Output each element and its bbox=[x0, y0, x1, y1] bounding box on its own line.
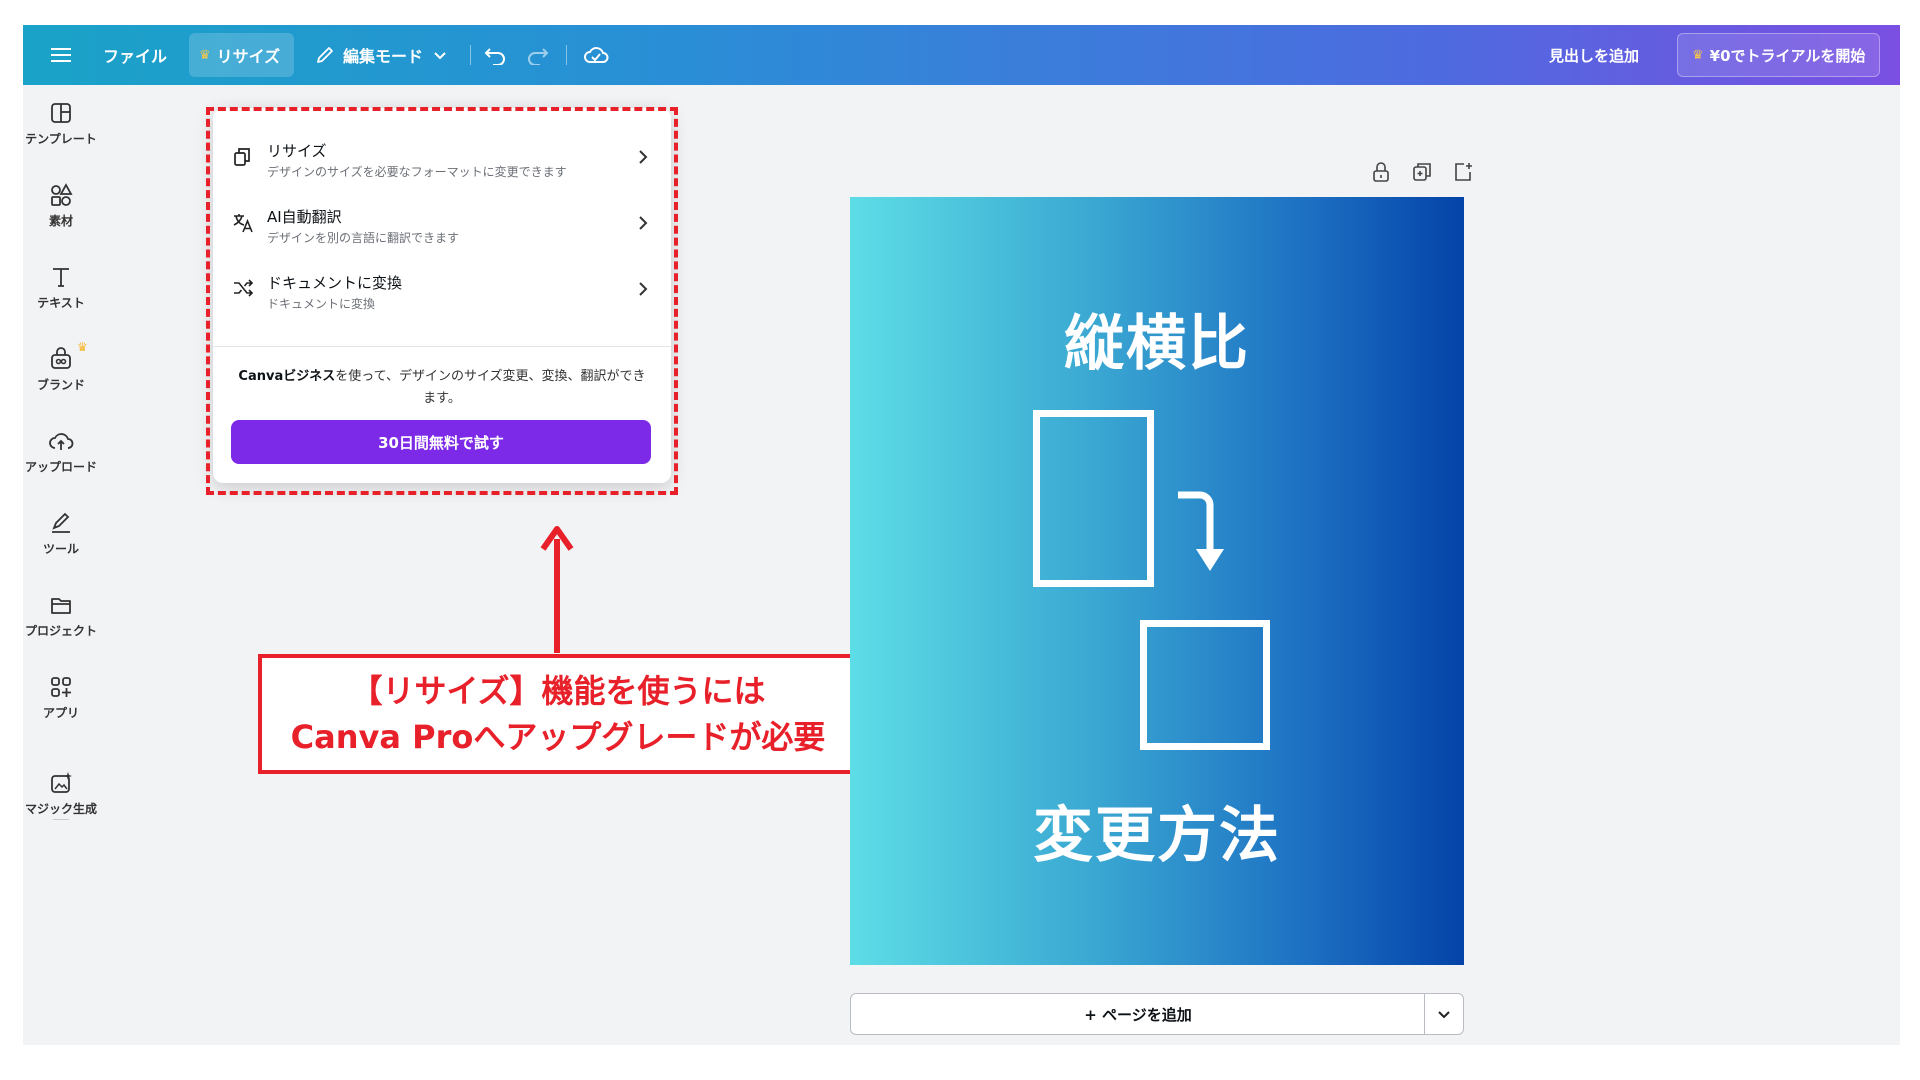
arrow-down-right-shape[interactable] bbox=[1174, 487, 1230, 577]
dropdown-item-ai-translate[interactable]: AI自動翻訳 デザインを別の言語に翻訳できます bbox=[213, 194, 671, 256]
callout-line-1: 【リサイズ】機能を使うには bbox=[350, 672, 766, 710]
chevron-down-icon bbox=[1438, 1011, 1450, 1019]
annotation-arrow-up bbox=[540, 526, 574, 653]
undo-icon bbox=[484, 48, 505, 65]
dropdown-divider bbox=[213, 346, 671, 347]
sidebar-item-label: ツール bbox=[42, 542, 79, 556]
sidebar-item-label: アプリ bbox=[42, 706, 79, 720]
redo-icon bbox=[528, 48, 549, 65]
pencil-icon bbox=[317, 47, 333, 63]
translate-icon bbox=[233, 214, 253, 233]
start-trial-button[interactable]: ♛ ¥0でトライアルを開始 bbox=[1677, 33, 1881, 77]
sidebar-item-label: マジック生成 bbox=[24, 802, 97, 816]
square-shape[interactable] bbox=[1140, 620, 1270, 750]
dropdown-item-desc: デザインのサイズを必要なフォーマットに変更できます bbox=[267, 165, 567, 179]
sidebar-item-templates[interactable]: テンプレート bbox=[23, 100, 99, 147]
convert-icon bbox=[234, 279, 254, 297]
sidebar-item-label: 素材 bbox=[48, 214, 73, 228]
sidebar-divider bbox=[53, 819, 69, 820]
editor-window: ファイル ♛ リサイズ 編集モード 見出しを追加 ♛ ¥0でトライアルを開始 テ… bbox=[23, 25, 1900, 1045]
crown-icon: ♛ bbox=[77, 340, 88, 354]
duplicate-page-icon[interactable] bbox=[1410, 160, 1434, 184]
sidebar-item-label: テキスト bbox=[37, 296, 85, 310]
design-page[interactable]: 縦横比 変更方法 bbox=[850, 197, 1464, 965]
sidebar-item-apps[interactable]: アプリ bbox=[23, 674, 99, 721]
resize-dropdown-menu: リサイズ デザインのサイズを必要なフォーマットに変更できます AI自動翻訳 デザ… bbox=[213, 108, 671, 483]
upload-cloud-icon bbox=[49, 433, 74, 450]
edit-mode-button[interactable]: 編集モード bbox=[315, 25, 447, 85]
dropdown-item-title: ドキュメントに変換 bbox=[267, 274, 403, 292]
sidebar-item-projects[interactable]: プロジェクト bbox=[23, 592, 99, 639]
cloud-saved-button[interactable] bbox=[583, 25, 609, 85]
hamburger-icon bbox=[51, 48, 71, 62]
upgrade-message-text: を使って、デザインのサイズ変更、変換、翻訳ができます。 bbox=[335, 369, 646, 406]
sidebar-item-label: ブランド bbox=[36, 378, 85, 392]
template-icon bbox=[51, 103, 71, 123]
top-toolbar: ファイル ♛ リサイズ 編集モード 見出しを追加 ♛ ¥0でトライアルを開始 bbox=[23, 25, 1900, 85]
add-heading-button[interactable]: 見出しを追加 bbox=[1549, 25, 1639, 85]
apps-icon bbox=[51, 677, 71, 697]
crown-icon: ♛ bbox=[199, 47, 211, 63]
chevron-right-icon bbox=[639, 282, 648, 296]
chevron-right-icon bbox=[639, 150, 648, 164]
toolbar-divider bbox=[566, 45, 567, 65]
dropdown-item-title: リサイズ bbox=[267, 142, 327, 160]
dropdown-item-desc: デザインを別の言語に翻訳できます bbox=[267, 231, 460, 245]
resize-button[interactable]: ♛ リサイズ bbox=[189, 33, 295, 77]
dropdown-item-desc: ドキュメントに変換 bbox=[267, 297, 376, 311]
chevron-down-icon bbox=[434, 52, 446, 60]
edit-mode-label: 編集モード bbox=[343, 47, 424, 66]
sidebar-item-tools[interactable]: ツール bbox=[23, 510, 99, 557]
sidebar-item-uploads[interactable]: アップロード bbox=[23, 428, 99, 475]
chevron-right-icon bbox=[639, 216, 648, 230]
text-icon bbox=[53, 268, 69, 287]
lock-icon[interactable] bbox=[1369, 160, 1393, 184]
elements-icon bbox=[51, 183, 73, 206]
brand-icon bbox=[51, 347, 71, 369]
toolbar-divider bbox=[470, 45, 471, 65]
cloud-check-icon bbox=[584, 47, 609, 63]
dropdown-item-title: AI自動翻訳 bbox=[267, 208, 342, 226]
dropdown-item-convert-document[interactable]: ドキュメントに変換 ドキュメントに変換 bbox=[213, 260, 671, 322]
tools-icon bbox=[52, 512, 70, 533]
crown-icon: ♛ bbox=[1692, 47, 1704, 63]
sidebar-item-magic-generate[interactable]: マジック生成 bbox=[23, 770, 99, 817]
magic-generate-icon bbox=[51, 772, 72, 793]
file-menu-button[interactable]: ファイル bbox=[103, 25, 167, 85]
redo-button[interactable] bbox=[526, 25, 550, 85]
add-page-button[interactable]: + ページを追加 bbox=[851, 994, 1425, 1034]
start-trial-label: ¥0でトライアルを開始 bbox=[1709, 46, 1866, 65]
add-page-bar: + ページを追加 bbox=[850, 993, 1464, 1035]
sidebar-item-label: アップロード bbox=[24, 460, 97, 474]
design-title[interactable]: 縦横比 bbox=[850, 295, 1464, 382]
sidebar-item-label: テンプレート bbox=[25, 132, 97, 146]
sidebar-item-brand[interactable]: ♛ ブランド bbox=[23, 340, 99, 393]
upgrade-message-brand: Canvaビジネス bbox=[238, 369, 336, 384]
callout-line-2: Canva Proへアップグレードが必要 bbox=[290, 718, 826, 756]
portrait-rectangle-shape[interactable] bbox=[1033, 410, 1154, 587]
add-page-icon[interactable] bbox=[1451, 160, 1475, 184]
sidebar-item-text[interactable]: テキスト bbox=[23, 264, 99, 311]
page-toolbar bbox=[1353, 160, 1473, 190]
free-trial-button[interactable]: 30日間無料で試す bbox=[231, 420, 651, 464]
left-sidebar: テンプレート 素材 テキスト ♛ ブランド アップロード ツール プロジェクト bbox=[23, 85, 99, 1045]
dropdown-item-resize[interactable]: リサイズ デザインのサイズを必要なフォーマットに変更できます bbox=[213, 128, 671, 190]
upgrade-message: Canvaビジネスを使って、デザインのサイズ変更、変換、翻訳ができます。 bbox=[237, 366, 647, 410]
resize-icon bbox=[234, 148, 250, 166]
annotation-callout: 【リサイズ】機能を使うには Canva Proへアップグレードが必要 bbox=[258, 654, 858, 774]
main-menu-button[interactable] bbox=[43, 25, 79, 85]
folder-icon bbox=[51, 598, 71, 614]
undo-button[interactable] bbox=[483, 25, 507, 85]
add-page-options-button[interactable] bbox=[1424, 994, 1463, 1034]
sidebar-item-elements[interactable]: 素材 bbox=[23, 182, 99, 229]
resize-button-label: リサイズ bbox=[216, 47, 281, 66]
design-subtitle[interactable]: 変更方法 bbox=[850, 787, 1464, 874]
sidebar-item-label: プロジェクト bbox=[24, 624, 97, 638]
